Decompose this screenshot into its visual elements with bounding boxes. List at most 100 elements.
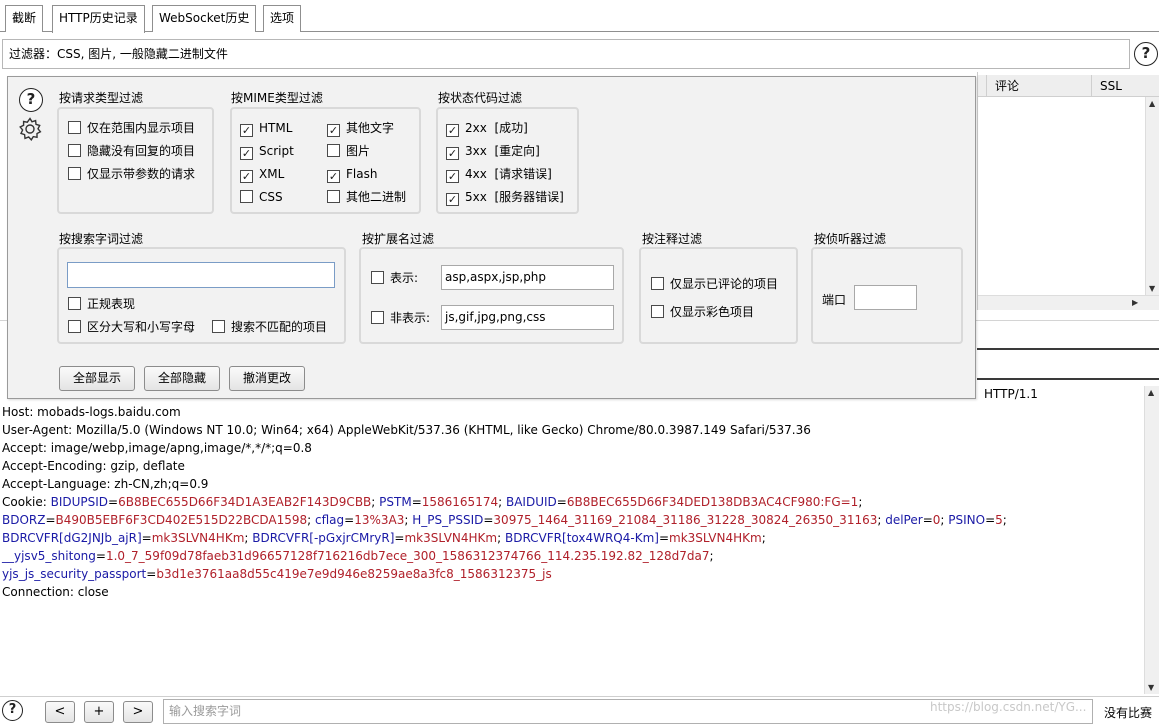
checkbox[interactable]: ✓	[240, 170, 253, 183]
highlighted-only-checkbox[interactable]: 仅显示彩色项目	[651, 305, 754, 321]
listener-group: 端口	[811, 247, 963, 344]
options-button[interactable]: +	[84, 701, 114, 723]
annotation-title: 按注释过滤	[642, 232, 703, 246]
checkbox-label: 仅显示彩色项目	[670, 305, 755, 319]
scroll-up-icon[interactable]: ▲	[1149, 99, 1155, 108]
port-input[interactable]	[854, 285, 917, 310]
negative-search-checkbox[interactable]: 搜索不匹配的项目	[212, 320, 327, 336]
help-icon[interactable]: ?	[2, 700, 23, 721]
help-icon[interactable]: ?	[1134, 42, 1158, 66]
divider[interactable]	[977, 348, 1159, 350]
tab-http-history[interactable]: HTTP历史记录	[52, 5, 145, 33]
checkbox-label: 区分大写和小写字母	[87, 320, 196, 334]
match-count: 没有比赛	[1104, 706, 1153, 720]
checkbox[interactable]: ✓	[240, 147, 253, 160]
mime-flash-checkbox[interactable]: ✓ Flash	[327, 167, 377, 183]
next-match-button[interactable]: >	[123, 701, 153, 723]
checkbox[interactable]	[371, 271, 384, 284]
checkbox[interactable]	[651, 277, 664, 290]
cookie-name: __yjsv5_shitong	[2, 549, 96, 563]
request-line: Accept: image/webp,image/apng,image/*,*/…	[2, 439, 1142, 457]
hide-extensions-input[interactable]: js,gif,jpg,png,css	[441, 305, 614, 330]
params-only-checkbox[interactable]: 仅显示带参数的请求	[68, 167, 195, 183]
tab-options[interactable]: 选项	[263, 5, 302, 32]
request-text: Cookie:	[2, 495, 51, 509]
mime-other-binary-checkbox[interactable]: 其他二进制	[327, 190, 406, 206]
request-vertical-scrollbar[interactable]: ▲ ▼	[1144, 386, 1159, 694]
checkbox[interactable]: ✓	[446, 124, 459, 137]
checkbox[interactable]	[68, 297, 81, 310]
request-text: =	[411, 495, 422, 509]
case-sensitive-checkbox[interactable]: 区分大写和小写字母	[68, 320, 195, 336]
checkbox[interactable]: ✓	[240, 124, 253, 137]
column-ssl[interactable]: SSL	[1091, 75, 1145, 97]
checkbox[interactable]	[212, 320, 225, 333]
cookie-name: yjs_js_security_passport	[2, 567, 147, 581]
checkbox[interactable]	[371, 311, 384, 324]
cookie-value: mk3SLVN4HKm	[151, 531, 245, 545]
column-comment[interactable]: 评论	[986, 75, 1090, 97]
divider[interactable]	[977, 378, 1159, 380]
scroll-down-icon[interactable]: ▼	[1149, 284, 1155, 293]
mime-css-checkbox[interactable]: CSS	[240, 190, 283, 206]
cookie-name: BIDUPSID	[50, 495, 109, 509]
status-2xx-checkbox[interactable]: ✓ 2xx [成功]	[446, 121, 528, 137]
table-vertical-scrollbar[interactable]: ▲ ▼	[1145, 97, 1159, 295]
checkbox[interactable]	[651, 305, 664, 318]
checkbox[interactable]: ✓	[446, 193, 459, 206]
checkbox[interactable]: ✓	[327, 124, 340, 137]
checkbox[interactable]	[327, 190, 340, 203]
show-extensions-checkbox[interactable]: 表示:	[371, 271, 418, 287]
commented-only-checkbox[interactable]: 仅显示已评论的项目	[651, 277, 778, 293]
hide-all-button[interactable]: 全部隐藏	[144, 366, 220, 391]
checkbox-label: 表示:	[390, 271, 419, 285]
extension-title: 按扩展名过滤	[362, 232, 435, 246]
checkbox[interactable]	[68, 320, 81, 333]
show-extensions-input[interactable]: asp,aspx,jsp,php	[441, 265, 614, 290]
filter-bar[interactable]: 过滤器：CSS, 图片, 一般隐藏二进制文件	[2, 39, 1130, 69]
scroll-right-icon[interactable]: ▶	[1132, 298, 1138, 307]
table-horizontal-scrollbar[interactable]: ▶	[978, 295, 1159, 310]
checkbox[interactable]: ✓	[446, 147, 459, 160]
cookie-value: 30975_1464_31169_21084_31186_31228_30824…	[493, 513, 878, 527]
regex-checkbox[interactable]: 正规表现	[68, 297, 135, 313]
cookie-value: b3d1e3761aa8d55c419e7e9d946e8259ae8a3fc8…	[156, 567, 552, 581]
cookie-value: mk3SLVN4HKm	[669, 531, 762, 545]
status-4xx-checkbox[interactable]: ✓ 4xx [请求错误]	[446, 167, 552, 183]
checkbox-label: 其他文字	[346, 121, 395, 135]
in-scope-only-checkbox[interactable]: 仅在范围内显示项目	[68, 121, 195, 137]
scroll-down-icon[interactable]: ▼	[1148, 683, 1154, 692]
hide-extensions-checkbox[interactable]: 非表示:	[371, 311, 430, 327]
checkbox[interactable]	[68, 121, 81, 134]
status-5xx-checkbox[interactable]: ✓ 5xx [服务器错误]	[446, 190, 564, 206]
revert-changes-button[interactable]: 撤消更改	[229, 366, 305, 391]
search-term-group: 正规表现 区分大写和小写字母 搜索不匹配的项目	[57, 247, 346, 344]
show-all-button[interactable]: 全部显示	[59, 366, 135, 391]
mime-xml-checkbox[interactable]: ✓ XML	[240, 167, 284, 183]
checkbox[interactable]: ✓	[327, 170, 340, 183]
mime-images-checkbox[interactable]: 图片	[327, 144, 370, 160]
listener-title: 按侦听器过滤	[814, 232, 887, 246]
cookie-name: BDORZ	[2, 513, 46, 527]
mime-script-checkbox[interactable]: ✓ Script	[240, 144, 294, 160]
mime-other-text-checkbox[interactable]: ✓ 其他文字	[327, 121, 394, 137]
cookie-value: 6B8BEC655D66F34D1A3EAB2F143D9CBB	[118, 495, 372, 509]
gear-icon[interactable]	[17, 116, 43, 142]
scroll-up-icon[interactable]: ▲	[1148, 388, 1154, 397]
help-icon[interactable]: ?	[19, 88, 43, 112]
checkbox[interactable]: ✓	[446, 170, 459, 183]
tab-websocket-history[interactable]: WebSocket历史	[152, 5, 257, 32]
checkbox[interactable]	[327, 144, 340, 157]
watermark: https://blog.csdn.net/YG...	[930, 700, 1087, 714]
checkbox[interactable]	[68, 144, 81, 157]
tab-intercept[interactable]: 截断	[5, 5, 44, 32]
mime-html-checkbox[interactable]: ✓ HTML	[240, 121, 292, 137]
request-text: =	[45, 513, 56, 527]
hide-no-response-checkbox[interactable]: 隐藏没有回复的项目	[68, 144, 195, 160]
request-text: Connection: close	[2, 585, 109, 599]
checkbox[interactable]	[240, 190, 253, 203]
previous-match-button[interactable]: <	[45, 701, 75, 723]
checkbox[interactable]	[68, 167, 81, 180]
search-term-input[interactable]	[67, 262, 335, 288]
status-3xx-checkbox[interactable]: ✓ 3xx [重定向]	[446, 144, 540, 160]
